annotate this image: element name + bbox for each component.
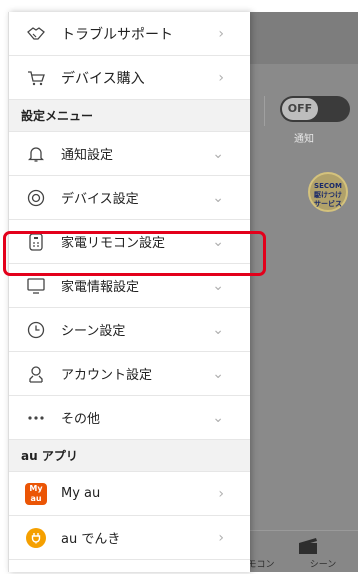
handshake-icon (25, 23, 47, 45)
clapperboard-icon (298, 537, 348, 555)
menu-item-label: 通知設定 (61, 148, 114, 163)
menu-item-scene-settings[interactable]: シーン設定 ⌄ (9, 308, 250, 352)
menu-item-remote-settings[interactable]: 家電リモコン設定 ⌄ (9, 220, 250, 264)
nav-remote-label: モコン (247, 560, 275, 570)
cart-icon (25, 67, 47, 89)
background-header (250, 12, 358, 64)
bottom-nav: モコン シーン (236, 530, 358, 572)
menu-item-device-settings[interactable]: デバイス設定 ⌄ (9, 176, 250, 220)
au-denki-icon-wrap (25, 527, 47, 549)
chevron-down-icon: ⌄ (212, 146, 224, 162)
chevron-right-icon: › (218, 486, 224, 502)
menu-item-account-settings[interactable]: アカウント設定 ⌄ (9, 352, 250, 396)
apps-section-header: au アプリ (9, 440, 250, 472)
menu-item-other[interactable]: その他 ⌄ (9, 396, 250, 440)
background-screen: OFF 通知 SECOM 駆けつけ サービス モコン シーン (236, 12, 358, 572)
secom-badge-line1: SECOM (314, 182, 342, 190)
my-au-icon-wrap: My au (25, 482, 47, 505)
menu-item-notification-settings[interactable]: 通知設定 ⌄ (9, 132, 250, 176)
plug-icon (26, 527, 46, 548)
app-screen: OFF 通知 SECOM 駆けつけ サービス モコン シーン トラブルサポート … (0, 0, 364, 574)
toggle-caption: 通知 (294, 134, 314, 145)
chevron-right-icon: › (218, 26, 224, 42)
clock-icon (25, 319, 47, 341)
my-au-icon: My au (25, 482, 47, 505)
toggle-state-label: OFF (282, 98, 318, 120)
chevron-down-icon: ⌄ (212, 366, 224, 382)
menu-item-label: デバイス購入 (61, 70, 145, 87)
chevron-down-icon: ⌄ (212, 234, 224, 250)
menu-item-label: 家電リモコン設定 (61, 236, 166, 251)
nav-scene[interactable]: シーン (298, 537, 348, 570)
menu-item-label: My au (61, 486, 101, 501)
notification-toggle[interactable]: OFF (280, 96, 350, 122)
menu-item-trouble-support[interactable]: トラブルサポート › (9, 12, 250, 56)
nav-scene-label: シーン (309, 560, 337, 570)
secom-badge-line2: 駆けつけ (314, 191, 342, 199)
menu-item-device-purchase[interactable]: デバイス購入 › (9, 56, 250, 100)
secom-badge[interactable]: SECOM 駆けつけ サービス (308, 172, 348, 212)
menu-item-label: デバイス設定 (61, 192, 139, 207)
menu-item-label: 家電情報設定 (61, 280, 140, 295)
my-au-icon-text-1: My (29, 483, 43, 493)
chevron-down-icon: ⌄ (212, 322, 224, 338)
side-menu: トラブルサポート › デバイス購入 › 設定メニュー 通知設定 ⌄ デバイス設定… (8, 12, 250, 572)
menu-item-label: アカウント設定 (61, 368, 153, 383)
chevron-down-icon: ⌄ (212, 278, 224, 294)
my-au-icon-text-2: au (30, 493, 42, 503)
menu-item-appliance-info-settings[interactable]: 家電情報設定 ⌄ (9, 264, 250, 308)
settings-section-header: 設定メニュー (9, 100, 250, 132)
menu-item-au-denki[interactable]: au でんき › (9, 516, 250, 560)
more-icon (25, 407, 47, 429)
device-icon (25, 187, 47, 209)
chevron-right-icon: › (218, 70, 224, 86)
bell-icon (25, 143, 47, 165)
chevron-down-icon: ⌄ (212, 190, 224, 206)
monitor-icon (25, 275, 47, 297)
divider (264, 96, 265, 126)
menu-item-label: au でんき (61, 532, 121, 547)
menu-item-my-au[interactable]: My au My au › (9, 472, 250, 516)
user-icon (25, 363, 47, 385)
menu-item-label: シーン設定 (61, 324, 126, 339)
remote-icon (25, 231, 47, 253)
chevron-right-icon: › (218, 530, 224, 546)
secom-badge-line3: サービス (314, 200, 342, 208)
chevron-down-icon: ⌄ (212, 410, 224, 426)
menu-item-label: その他 (61, 412, 101, 427)
menu-item-label: トラブルサポート (61, 26, 173, 43)
